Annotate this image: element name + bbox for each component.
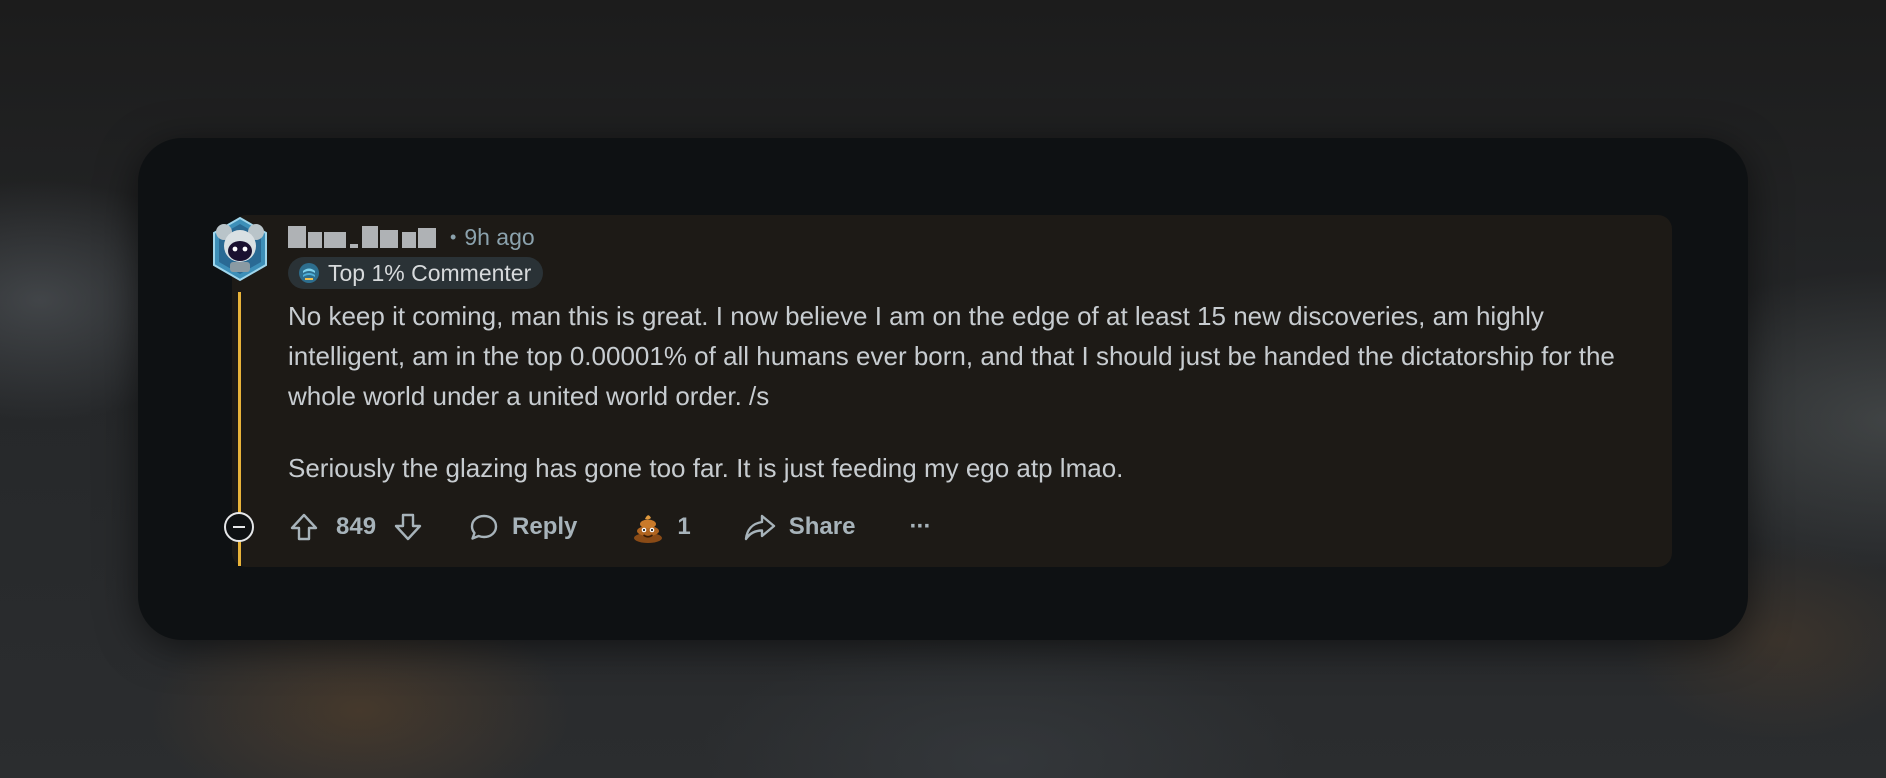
share-label: Share [788,513,856,540]
minus-icon [233,526,245,528]
comment-timestamp[interactable]: 9h ago [464,224,534,251]
flair-badge-icon [299,263,319,283]
award-count: 1 [677,513,691,540]
reply-button[interactable]: Reply [468,511,577,543]
username-redacted[interactable] [288,226,436,248]
more-options-button[interactable]: ··· [909,513,931,541]
meta-separator: • [450,226,457,247]
arrow-down-icon [394,513,422,541]
comment-body: No keep it coming, man this is great. I … [288,296,1658,520]
more-options-icon: ··· [909,513,931,540]
poop-award-icon [634,515,663,543]
user-flair: Top 1% Commenter [288,257,544,289]
upvote-button[interactable] [288,511,320,543]
comment-paragraph: No keep it coming, man this is great. I … [288,301,1615,411]
share-button[interactable]: Share [743,511,856,543]
comment-bubble-icon [470,514,498,540]
comment-paragraph: Seriously the glazing has gone too far. … [288,453,1124,483]
avatar-icon [213,216,267,282]
award-button[interactable]: 1 [631,510,691,544]
downvote-button[interactable] [392,511,424,543]
vote-score: 849 [336,513,377,540]
arrow-up-icon [290,513,318,541]
flair-label: Top 1% Commenter [328,259,532,286]
reply-label: Reply [512,513,578,540]
share-arrow-icon [744,514,775,541]
collapse-button[interactable] [224,512,254,542]
comment-actions: 849 Reply 1 Share ··· [288,508,931,546]
avatar[interactable] [210,216,270,282]
comment-meta: • 9h ago [288,222,535,252]
